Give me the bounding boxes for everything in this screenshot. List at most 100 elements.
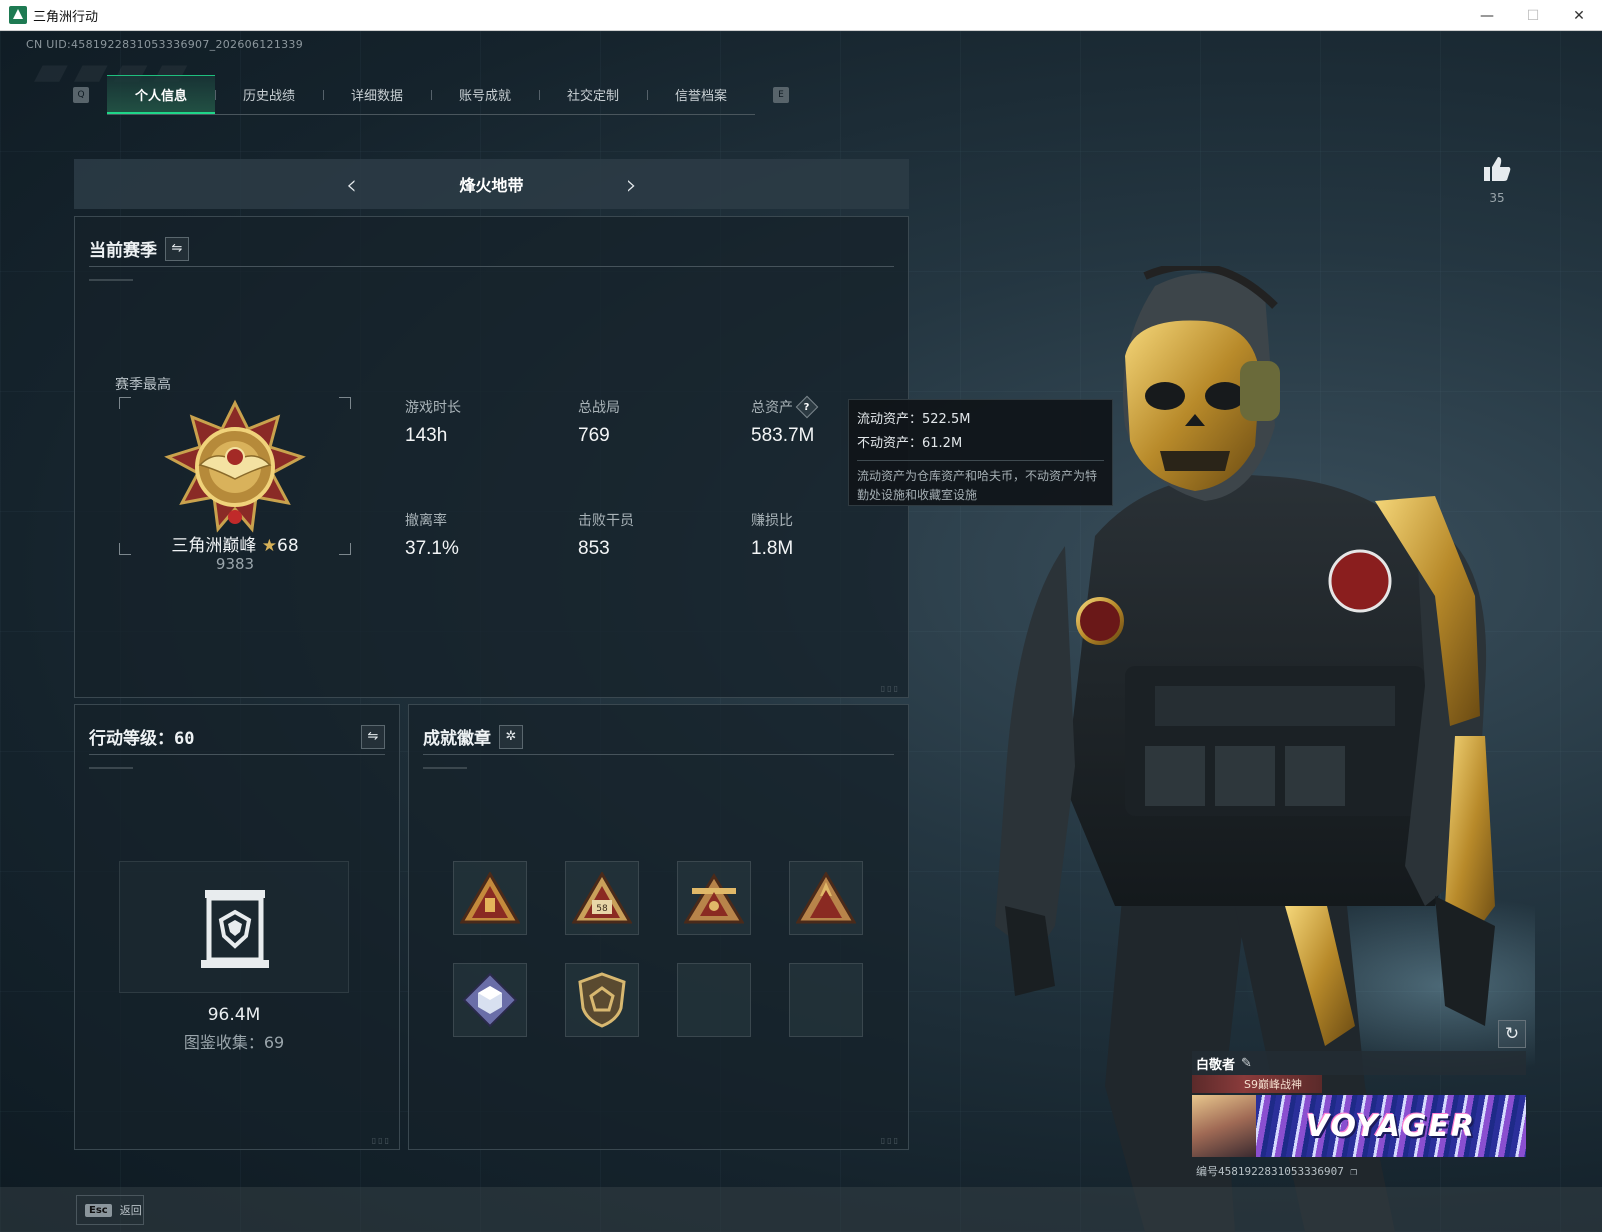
action-level-panel: 行动等级：60 ⇋ 96.4M 图鉴收集：69 ▯▯▯ [74,704,400,1150]
divider [89,767,133,769]
level-value: 60 [174,729,195,749]
swap-level-button[interactable]: ⇋ [361,724,385,749]
stat-value: 853 [578,538,610,559]
stat-total-matches: 总战局 769 [578,397,728,447]
tab-next-key-hint[interactable]: E [773,87,789,103]
frame-corner [119,397,131,409]
maximize-button[interactable]: ☐ [1510,0,1556,31]
frame-corner [339,397,351,409]
stat-value: 143h [405,425,448,446]
stat-label: 游戏时长 [405,400,461,416]
divider [89,279,133,281]
level-title: 行动等级： [89,729,174,749]
esc-key-hint: Esc [85,1203,112,1217]
tab-bar: Q 个人信息 历史战绩 详细数据 账号成就 社交定制 信誉档案 E [73,75,789,115]
mode-name: 烽火地带 [459,176,524,195]
window-controls: — ☐ ✕ [1464,0,1602,31]
achievement-badges-panel: 成就徽章 ✲ 58 ▯▯▯ [408,704,909,1150]
triangle-58-badge-icon: 58 [572,872,632,924]
chevron-right-icon[interactable]: › [612,168,652,201]
back-button[interactable]: Esc 返回 [76,1195,144,1225]
season-best-label: 赛季最高 [115,377,171,393]
stat-label: 击败干员 [578,513,634,529]
help-icon-glyph: ? [804,401,810,413]
panel-header: 行动等级：60 ⇋ [89,719,385,755]
player-title-badge: S9巅峰战神 [1192,1075,1322,1093]
badge-slot[interactable]: 58 [565,861,639,935]
badge-58-text: 58 [596,904,608,914]
badge-slot[interactable] [789,861,863,935]
badge-slot-empty[interactable] [677,963,751,1037]
help-icon[interactable]: ? [795,395,819,419]
collection-value: 96.4M [207,1005,261,1025]
panel-title: 行动等级：60 [89,724,194,749]
panel-title: 成就徽章 [423,729,491,749]
arrow-triangle-badge-icon [796,872,856,924]
tab-prev-key-hint[interactable]: Q [73,87,89,103]
close-button[interactable]: ✕ [1556,0,1602,31]
stat-value: 37.1% [405,538,459,559]
gear-icon[interactable]: ✲ [499,724,523,749]
collection-case-icon [201,890,269,968]
badge-slot[interactable] [453,861,527,935]
stat-profit-loss-ratio: 赚损比 1.8M [751,510,901,560]
player-id: 编号4581922831053336907 ❐ [1192,1163,1526,1179]
stat-extraction-rate: 撤离率 37.1% [405,510,555,560]
crown-triangle-badge-icon [684,873,744,924]
stat-operators-defeated: 击败干员 853 [578,510,728,560]
window-titlebar: 三角洲行动 — ☐ ✕ [0,0,1602,31]
stat-label: 撤离率 [405,513,447,529]
panel-decoration: ▯▯▯ [371,1136,391,1145]
swap-season-button[interactable]: ⇋ [165,236,189,261]
collection-label: 图鉴收集：69 [183,1033,285,1052]
like-count: 35 [1489,191,1505,205]
cube-badge-icon [462,972,518,1028]
avatar [1192,1095,1256,1157]
tab-credit-record[interactable]: 信誉档案 [647,75,755,114]
bottom-bar [0,1187,1602,1232]
collection-display[interactable] [119,861,349,993]
badge-slot[interactable] [453,963,527,1037]
card-banner: VOYAGER [1192,1095,1526,1157]
badge-slot[interactable] [565,963,639,1037]
player-name: 白敬者 [1196,1057,1236,1073]
tab-list: 个人信息 历史战绩 详细数据 账号成就 社交定制 信誉档案 [107,75,755,115]
tab-achievements[interactable]: 账号成就 [431,75,539,114]
window-title: 三角洲行动 [33,9,99,25]
app-logo-icon [9,6,27,24]
rank-emblem-icon [164,399,306,533]
star-icon: ★ [261,536,277,556]
stat-label-text: 总资产 [751,400,793,416]
stat-value: 769 [578,425,610,446]
refresh-icon[interactable]: ↻ [1498,1020,1526,1048]
tab-detailed-data[interactable]: 详细数据 [323,75,431,114]
chevron-left-icon[interactable]: ‹ [332,168,372,201]
tab-history[interactable]: 历史战绩 [215,75,323,114]
thumbs-up-icon[interactable] [1482,155,1512,183]
badge-slot-empty[interactable] [789,963,863,1037]
stat-value: 1.8M [751,538,794,559]
stat-label: 赚损比 [751,513,793,529]
tab-personal-info[interactable]: 个人信息 [107,75,215,114]
rank-star-count: 68 [277,536,299,556]
shield-badge-icon [578,972,626,1028]
banner-art: VOYAGER [1256,1095,1526,1157]
panel-decoration: ▯▯▯ [880,1136,900,1145]
rank-name: 三角洲巅峰 ★68 [115,531,355,556]
stat-label: 总战局 [578,400,620,416]
copy-icon[interactable]: ❐ [1350,1165,1357,1178]
edit-pencil-icon[interactable]: ✎ [1241,1056,1252,1071]
minimize-button[interactable]: — [1464,0,1510,31]
uid-label: CN UID:4581922831053336907_202606121339 [26,38,304,51]
rank-score: 9383 [215,555,255,573]
divider [423,767,467,769]
card-header: 白敬者 ✎ [1192,1051,1526,1075]
panel-title: 当前赛季 [89,241,157,261]
player-id-text: 编号4581922831053336907 [1196,1165,1344,1178]
badge-slot[interactable] [677,861,751,935]
back-label: 返回 [119,1204,142,1217]
tab-social-custom[interactable]: 社交定制 [539,75,647,114]
triangle-badge-icon [460,872,520,924]
panel-header: 成就徽章 ✲ [423,719,894,755]
mode-selector: ‹ 烽火地带 › [74,159,909,209]
